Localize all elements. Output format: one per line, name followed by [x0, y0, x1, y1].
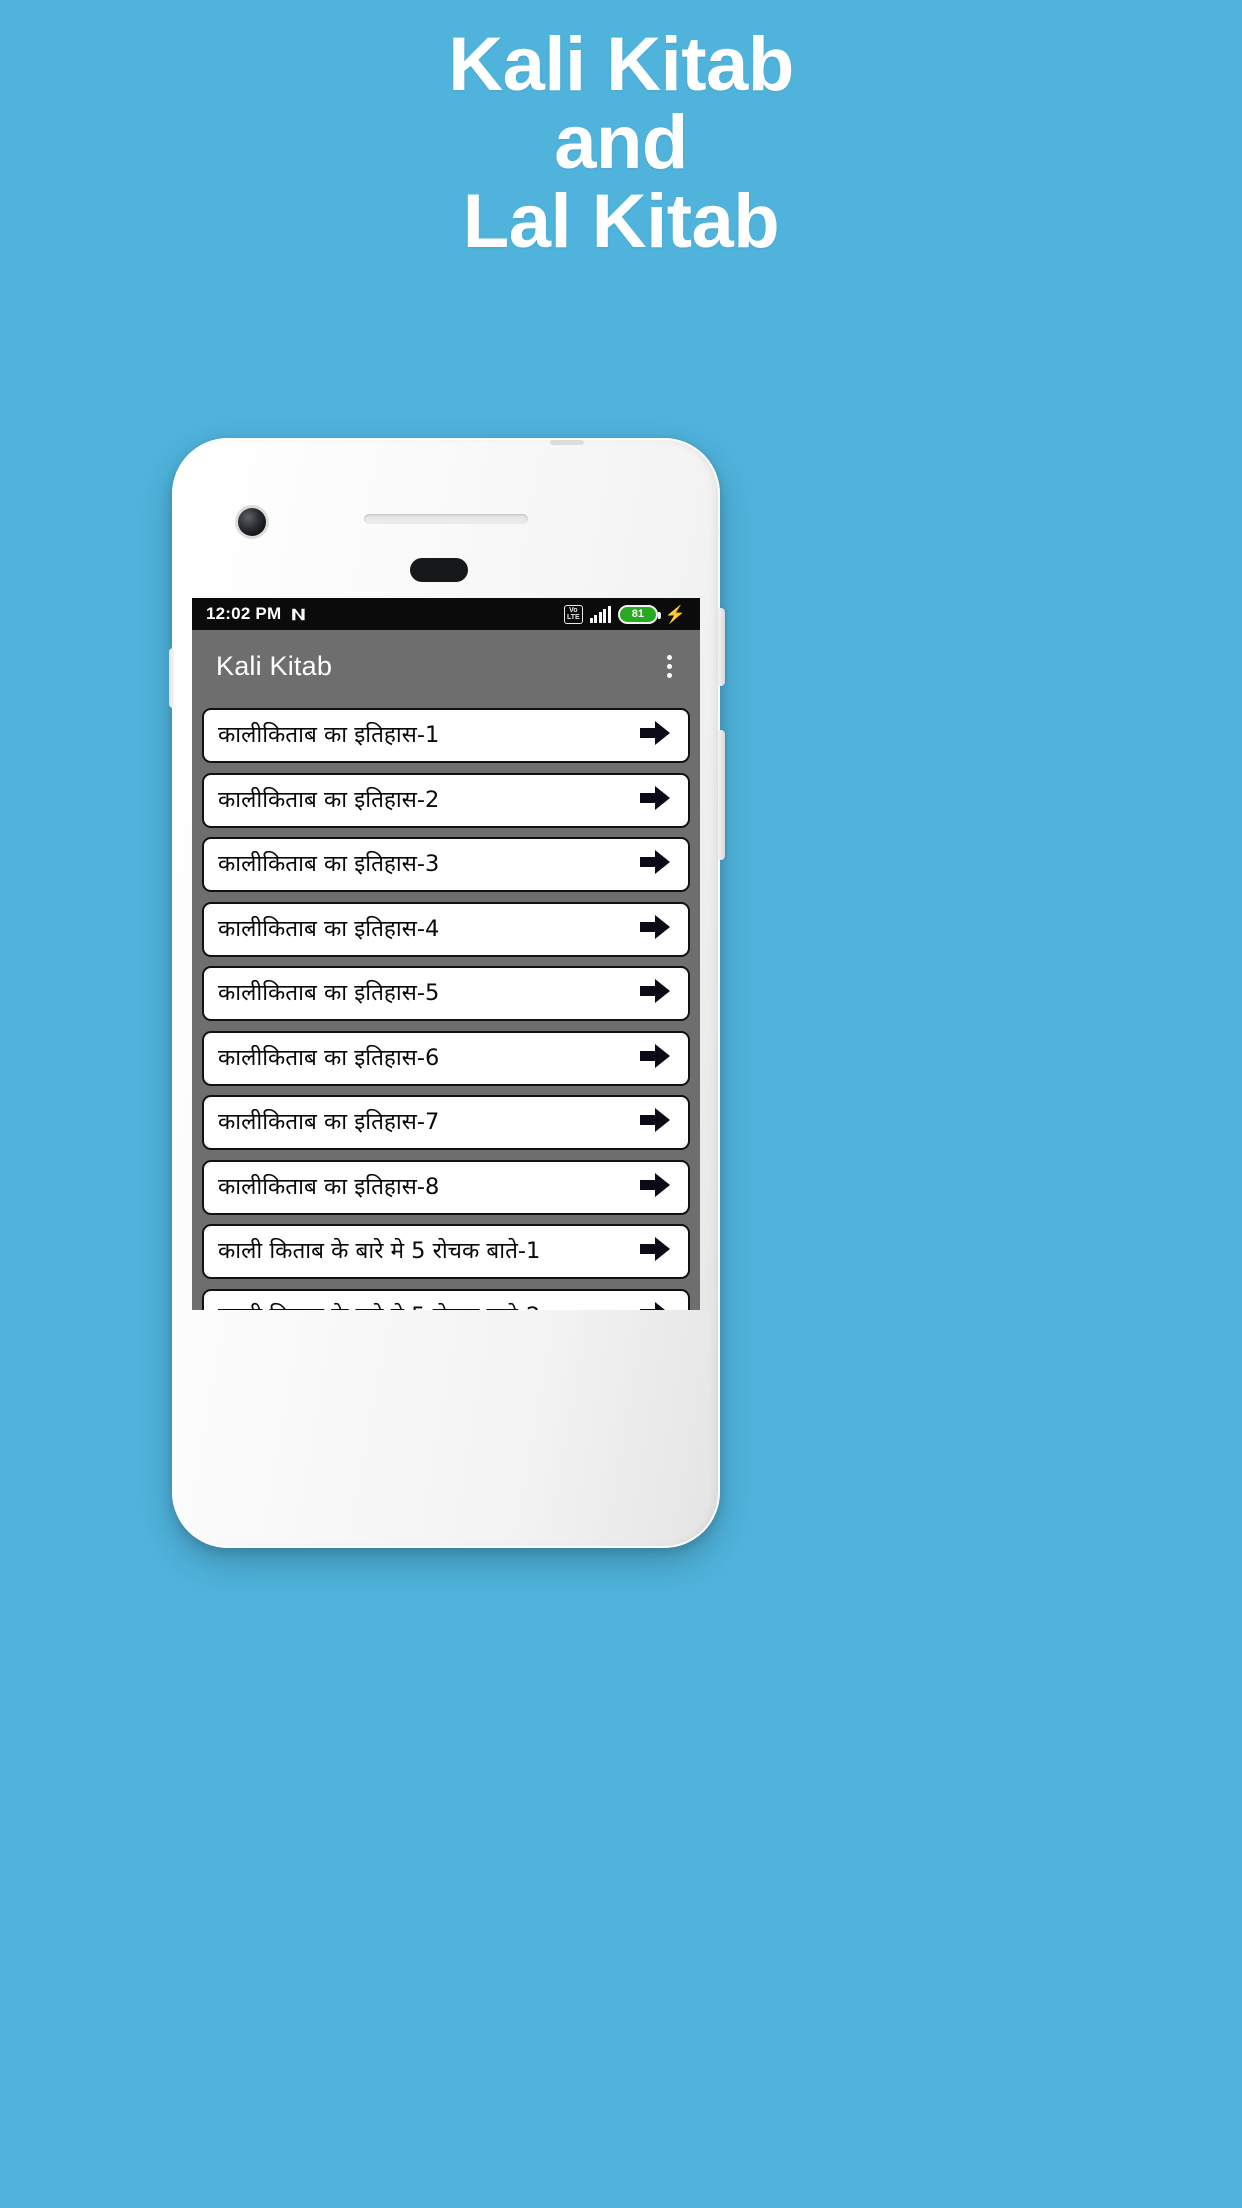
list-item[interactable]: कालीकिताब का इतिहास-7 — [202, 1095, 690, 1150]
earpiece-speaker-icon — [364, 514, 528, 524]
arrow-right-icon — [638, 1105, 672, 1140]
charging-bolt-icon: ⚡ — [664, 604, 686, 624]
phone-mockup: 12:02 PM Vo LTE 81 ⚡ Kali Kitab कालीकिता… — [169, 438, 725, 1548]
list-item[interactable]: कालीकिताब का इतिहास-3 — [202, 837, 690, 892]
page-title-line-1: Kali Kitab — [448, 22, 794, 107]
volte-icon-bottom: LTE — [566, 614, 580, 621]
list-item[interactable]: कालीकिताब का इतिहास-8 — [202, 1159, 690, 1215]
sim-tray — [169, 648, 174, 708]
page-title: Kali Kitab and Lal Kitab — [0, 22, 1242, 264]
volume-rocker-button[interactable] — [718, 730, 725, 860]
phone-antenna-line — [550, 440, 584, 445]
list-item[interactable]: काली किताब के बारे मे 5 रोचक बाते-1 — [202, 1224, 690, 1279]
list-item[interactable]: कालीकिताब का इतिहास-2 — [202, 772, 690, 828]
page-title-line-2: and — [554, 100, 688, 186]
arrow-right-icon — [638, 912, 672, 947]
app-bar-title: Kali Kitab — [216, 650, 333, 681]
sensor-pill-icon — [410, 558, 468, 582]
app-bar: Kali Kitab — [192, 630, 700, 702]
volte-icon-top: Vo — [569, 606, 578, 614]
arrow-right-icon — [638, 783, 672, 818]
status-bar-clock: 12:02 PM — [206, 604, 282, 623]
battery-percent-label: 81 — [631, 607, 644, 620]
phone-screen: 12:02 PM Vo LTE 81 ⚡ Kali Kitab कालीकिता… — [192, 598, 700, 1310]
list-item-label: कालीकिताब का इतिहास-3 — [218, 851, 440, 878]
arrow-right-icon — [638, 1299, 672, 1310]
list-item-label: काली किताब के बारे मे 5 रोचक बाते-2 — [218, 1305, 540, 1310]
chapter-list: कालीकिताब का इतिहास-1 कालीकिताब का इतिहा… — [192, 702, 700, 1310]
list-item[interactable]: काली किताब के बारे मे 5 रोचक बाते-2 — [202, 1288, 690, 1310]
arrow-right-icon — [638, 976, 672, 1011]
list-item[interactable]: कालीकिताब का इतिहास-1 — [202, 708, 690, 763]
overflow-menu-icon[interactable] — [661, 649, 678, 684]
list-item-label: कालीकिताब का इतिहास-4 — [218, 915, 440, 942]
page-title-line-3: Lal Kitab — [462, 178, 780, 264]
battery-icon: 81 — [617, 604, 661, 624]
list-item-label: कालीकिताब का इतिहास-5 — [218, 980, 440, 1007]
status-bar: 12:02 PM Vo LTE 81 ⚡ — [192, 598, 700, 630]
arrow-right-icon — [638, 1041, 672, 1076]
list-item-label: काली किताब के बारे मे 5 रोचक बाते-1 — [218, 1238, 541, 1265]
arrow-right-icon — [638, 1234, 672, 1269]
status-bar-left: 12:02 PM — [206, 604, 307, 624]
arrow-right-icon — [638, 718, 672, 753]
list-item[interactable]: कालीकिताब का इतिहास-6 — [202, 1030, 690, 1086]
android-n-icon — [290, 606, 307, 623]
arrow-right-icon — [638, 1170, 672, 1205]
status-bar-right: Vo LTE 81 ⚡ — [563, 604, 686, 624]
list-item[interactable]: कालीकिताब का इतिहास-5 — [202, 966, 690, 1021]
volte-icon: Vo LTE — [563, 604, 583, 624]
list-item[interactable]: कालीकिताब का इतिहास-4 — [202, 901, 690, 957]
front-camera-icon — [238, 508, 266, 536]
list-item-label: कालीकिताब का इतिहास-7 — [218, 1109, 440, 1136]
power-button[interactable] — [718, 608, 725, 686]
list-item-label: कालीकिताब का इतिहास-2 — [218, 786, 440, 813]
list-item-label: कालीकिताब का इतिहास-6 — [218, 1044, 440, 1071]
signal-bars-icon — [589, 605, 611, 623]
list-item-label: कालीकिताब का इतिहास-1 — [218, 722, 440, 749]
arrow-right-icon — [638, 847, 672, 882]
list-item-label: कालीकिताब का इतिहास-8 — [218, 1173, 440, 1200]
